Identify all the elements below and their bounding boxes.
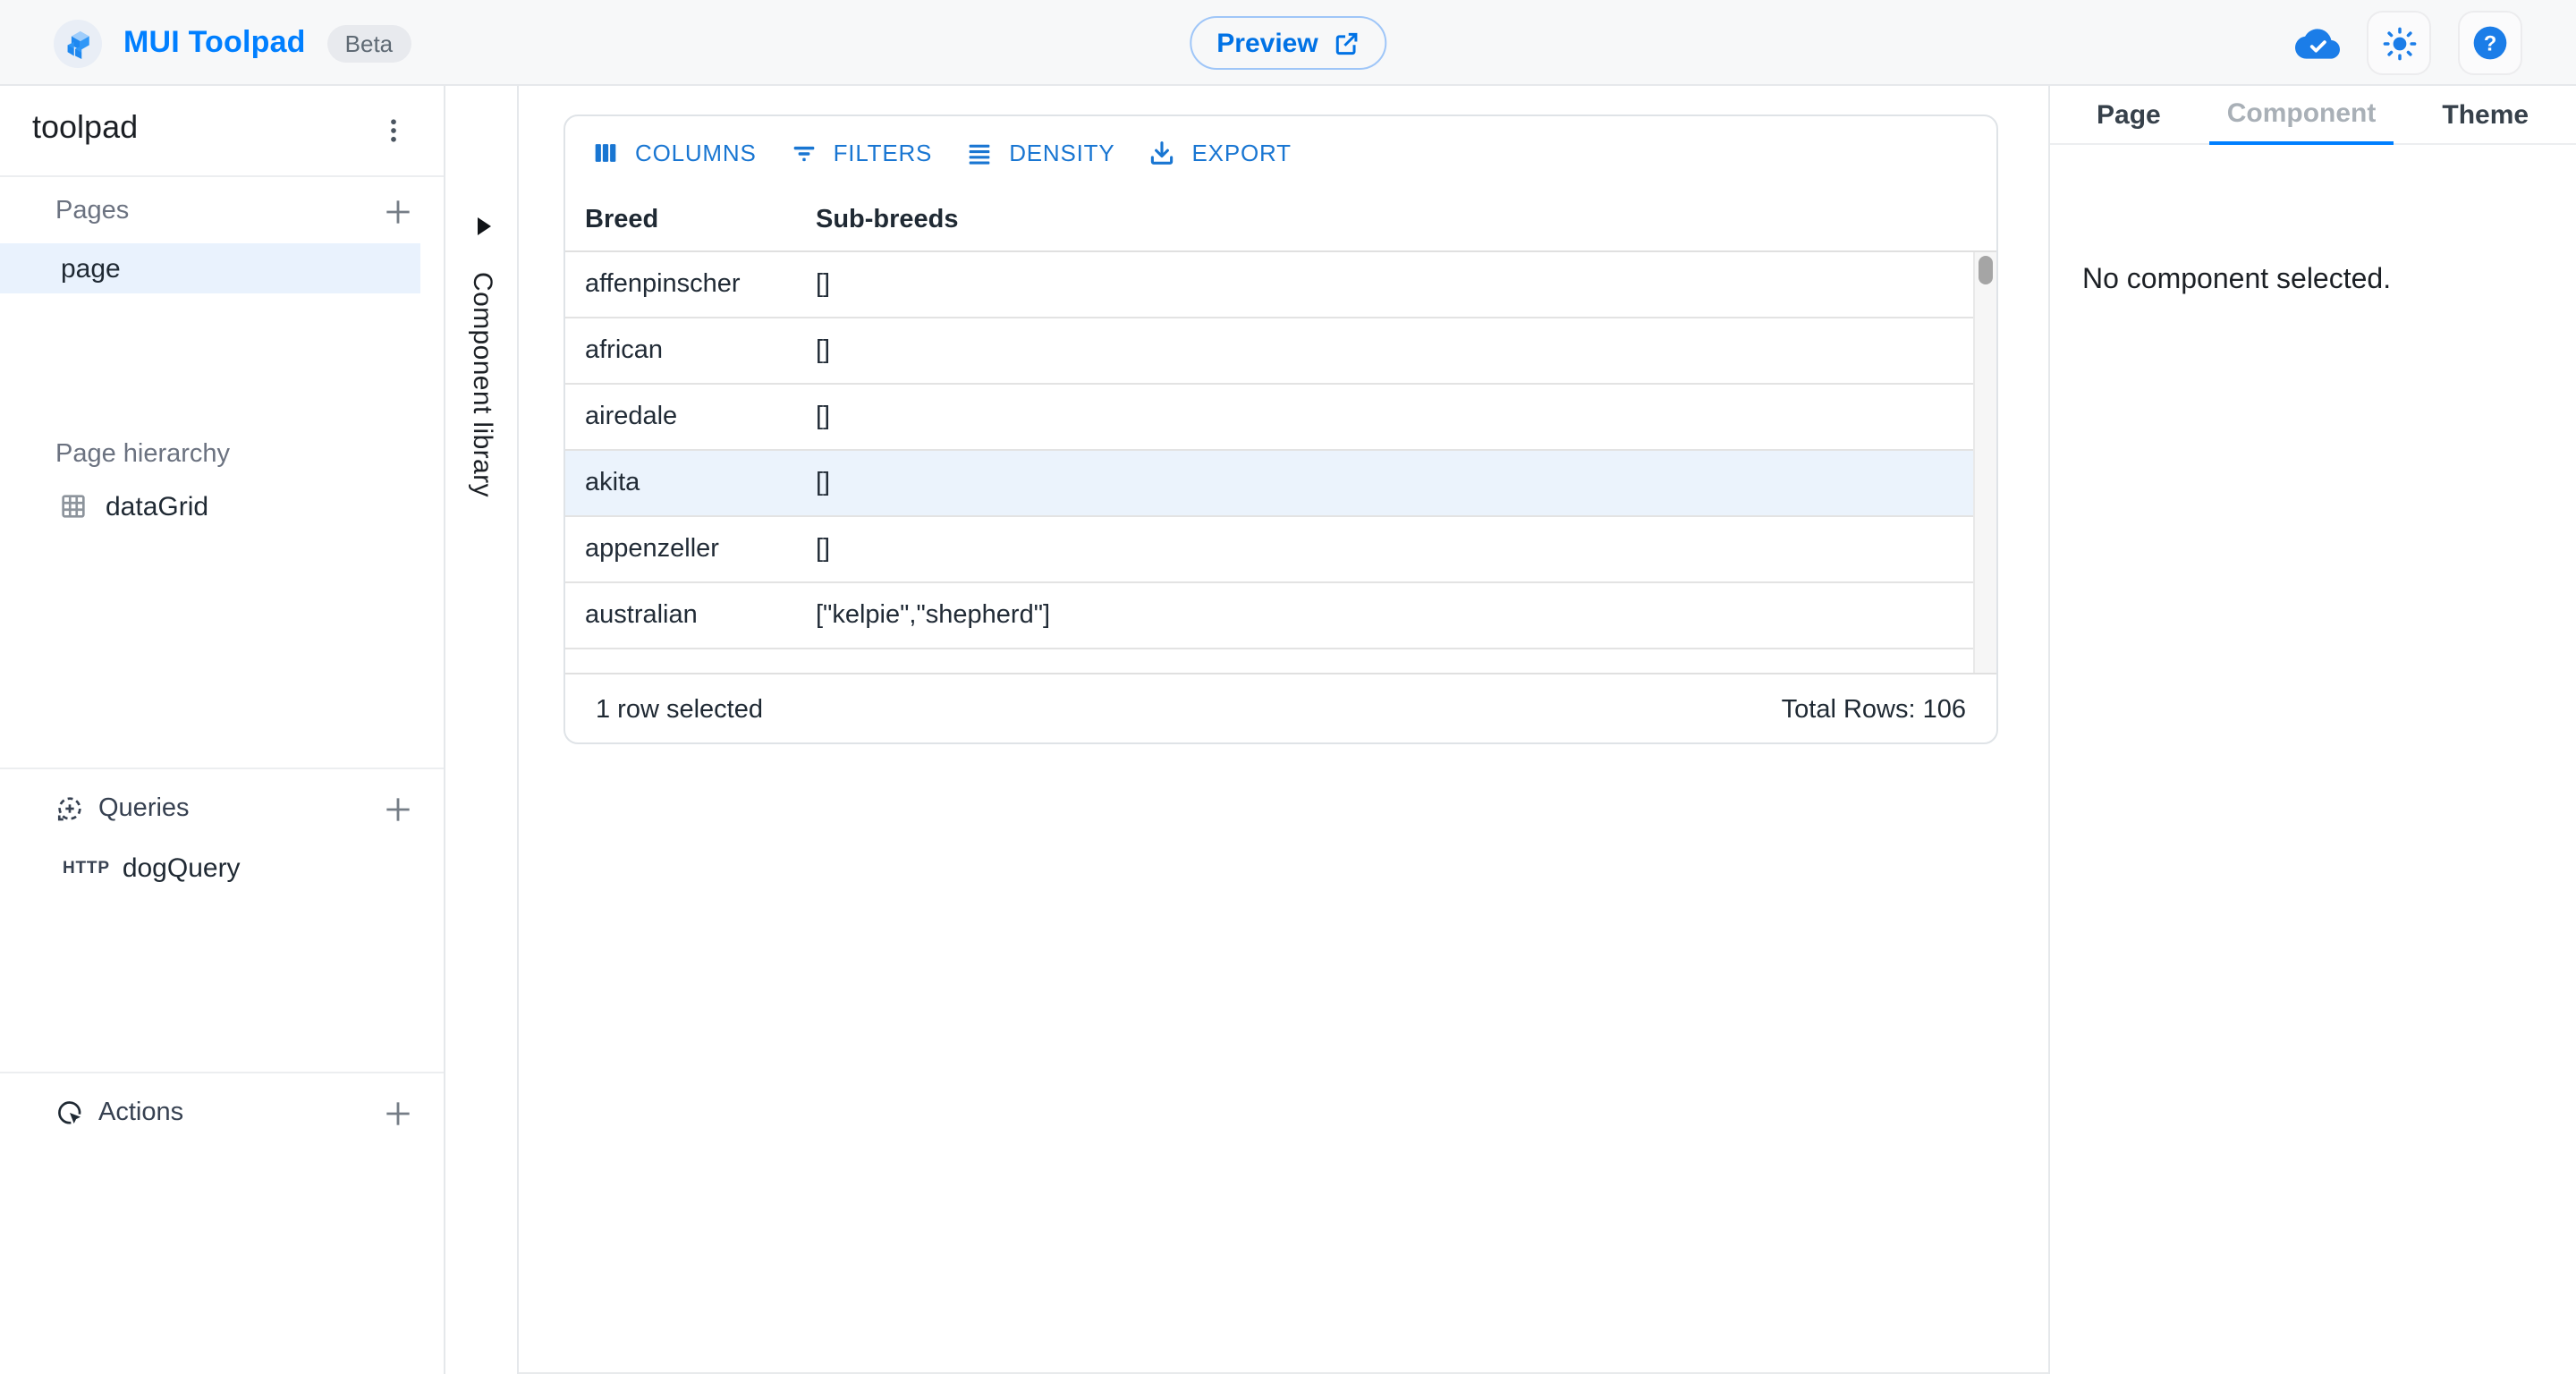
preview-button-label: Preview — [1216, 28, 1318, 58]
query-icon — [55, 794, 84, 823]
sidebar-item-datagrid[interactable]: dataGrid — [0, 483, 420, 530]
expand-library-button[interactable] — [470, 211, 496, 240]
sidebar-item-label: dataGrid — [106, 491, 208, 522]
help-button[interactable]: ? — [2458, 11, 2522, 75]
theme-toggle-button[interactable] — [2367, 11, 2431, 75]
cell-breed[interactable]: african — [565, 336, 816, 365]
download-icon — [1148, 137, 1178, 167]
export-button[interactable]: EXPORT — [1133, 125, 1306, 179]
export-button-label: EXPORT — [1192, 139, 1292, 165]
filter-icon — [789, 137, 819, 167]
table-row[interactable]: affenpinscher[] — [565, 252, 1977, 318]
app-title: MUI Toolpad — [123, 25, 306, 61]
add-action-button[interactable] — [376, 1091, 419, 1134]
datagrid-toolbar: COLUMNS FILTERS — [565, 116, 1996, 188]
sidebar-item-label: page — [61, 253, 121, 284]
cell-sub-breeds[interactable]: [] — [816, 403, 1977, 431]
cell-breed[interactable]: airedale — [565, 403, 816, 431]
svg-text:?: ? — [2484, 31, 2497, 55]
cursor-click-icon — [55, 1098, 84, 1127]
http-method-badge: HTTP — [63, 858, 110, 878]
tab-component[interactable]: Component — [2209, 86, 2394, 145]
sidebar-item-page[interactable]: page — [0, 243, 420, 293]
kebab-icon — [377, 114, 410, 147]
datagrid-icon — [59, 492, 88, 521]
cell-breed[interactable]: affenpinscher — [565, 270, 816, 299]
project-name: toolpad — [32, 109, 138, 147]
plus-icon — [380, 1096, 414, 1130]
actions-section-label: Actions — [98, 1098, 183, 1127]
chevron-right-icon — [475, 216, 491, 235]
tab-page[interactable]: Page — [2079, 86, 2179, 145]
selection-status: 1 row selected — [596, 696, 763, 725]
cell-sub-breeds[interactable]: ["kelpie","shepherd"] — [816, 601, 1977, 630]
table-row[interactable]: airedale[] — [565, 385, 1977, 451]
cloud-check-icon — [2295, 21, 2340, 65]
beta-badge: Beta — [327, 24, 411, 62]
project-menu-button[interactable] — [369, 106, 419, 156]
columns-button[interactable]: COLUMNS — [576, 125, 771, 179]
density-button-label: DENSITY — [1009, 139, 1114, 165]
app-header: MUI Toolpad Beta Preview — [0, 0, 2576, 86]
filters-button[interactable]: FILTERS — [775, 125, 947, 179]
hierarchy-section-header: Page hierarchy — [0, 433, 444, 476]
grid-rows: affenpinscher[]african[]airedale[]akita[… — [565, 252, 1977, 649]
component-library-label: Component library — [445, 272, 519, 497]
inspector-tabs: Page Component Theme — [2050, 86, 2576, 145]
cell-sub-breeds[interactable]: [] — [816, 270, 1977, 299]
project-sidebar: toolpad Pages — [0, 86, 445, 1374]
density-icon — [964, 137, 995, 167]
table-row[interactable]: australian["kelpie","shepherd"] — [565, 583, 1977, 649]
datagrid-header-row: Breed Sub-breeds — [565, 188, 1996, 252]
cell-breed[interactable]: australian — [565, 601, 816, 630]
pages-section-header: Pages — [0, 190, 444, 233]
queries-section-header: Queries — [0, 787, 444, 830]
divider — [0, 1072, 444, 1073]
datagrid-component[interactable]: COLUMNS FILTERS — [564, 114, 1998, 744]
divider — [0, 175, 444, 177]
cell-breed[interactable]: akita — [565, 469, 816, 497]
page-canvas[interactable]: COLUMNS FILTERS — [519, 86, 2048, 1374]
datagrid-footer: 1 row selected Total Rows: 106 — [565, 673, 1996, 744]
density-button[interactable]: DENSITY — [950, 125, 1129, 179]
column-header-sub-breeds[interactable]: Sub-breeds — [816, 205, 1996, 233]
sidebar-item-label: dogQuery — [123, 852, 241, 883]
total-rows: Total Rows: 106 — [1782, 696, 1966, 725]
tab-theme[interactable]: Theme — [2424, 86, 2546, 145]
empty-state-message: No component selected. — [2082, 265, 2391, 297]
sun-icon — [2380, 24, 2418, 62]
component-library-strip: Component library — [445, 86, 519, 1374]
cell-breed[interactable]: appenzeller — [565, 535, 816, 564]
inspector-panel: Page Component Theme No component select… — [2048, 86, 2576, 1374]
project-row: toolpad — [0, 86, 444, 175]
table-row[interactable]: akita[] — [565, 451, 1977, 517]
mui-logo-icon — [54, 19, 102, 67]
columns-button-label: COLUMNS — [635, 139, 757, 165]
actions-section-header: Actions — [0, 1091, 444, 1134]
cell-sub-breeds[interactable]: [] — [816, 469, 1977, 497]
table-row[interactable]: african[] — [565, 318, 1977, 385]
scrollbar-thumb[interactable] — [1979, 256, 1993, 284]
question-mark-icon: ? — [2470, 23, 2510, 63]
plus-icon — [380, 194, 414, 228]
cell-sub-breeds[interactable]: [] — [816, 535, 1977, 564]
add-page-button[interactable] — [376, 190, 419, 233]
pages-section-label: Pages — [55, 197, 129, 225]
sidebar-item-dogquery[interactable]: HTTP dogQuery — [0, 844, 420, 891]
cell-sub-breeds[interactable]: [] — [816, 336, 1977, 365]
filters-button-label: FILTERS — [834, 139, 933, 165]
vertical-scrollbar[interactable] — [1973, 252, 1996, 673]
column-header-breed[interactable]: Breed — [565, 205, 816, 233]
plus-icon — [380, 792, 414, 826]
queries-section-label: Queries — [98, 794, 190, 823]
hierarchy-section-label: Page hierarchy — [55, 440, 230, 469]
add-query-button[interactable] — [376, 787, 419, 830]
columns-icon — [590, 137, 621, 167]
preview-button[interactable]: Preview — [1190, 16, 1385, 70]
open-in-new-icon — [1333, 30, 1360, 56]
divider — [0, 768, 444, 769]
table-row[interactable]: appenzeller[] — [565, 517, 1977, 583]
